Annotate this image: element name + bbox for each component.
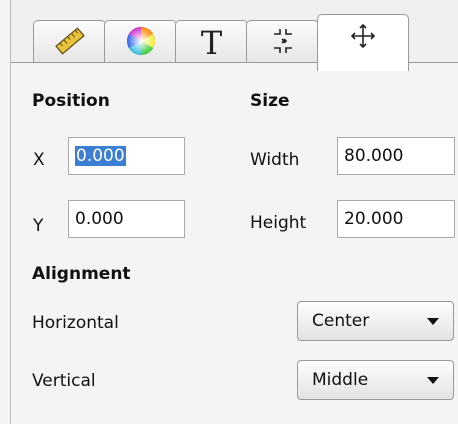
size-heading: Size — [250, 91, 290, 111]
position-size-pane: Position X 0.000 Y Size Width Height Ali… — [11, 63, 458, 424]
collapse-arrows-icon — [268, 26, 298, 60]
width-label: Width — [250, 150, 300, 170]
vertical-alignment-value: Middle — [312, 370, 369, 390]
tab-color[interactable] — [104, 20, 177, 64]
horizontal-label: Horizontal — [32, 313, 119, 333]
height-label: Height — [250, 213, 307, 233]
move-icon — [349, 22, 377, 54]
x-value-selected: 0.000 — [75, 146, 126, 166]
chevron-down-icon — [427, 376, 439, 384]
x-input[interactable]: 0.000 — [68, 137, 185, 175]
ruler-icon — [53, 26, 87, 60]
width-input[interactable] — [337, 137, 455, 175]
text-icon: T — [200, 23, 223, 62]
vertical-label: Vertical — [32, 371, 96, 391]
horizontal-alignment-select[interactable]: Center — [297, 301, 454, 341]
y-label: Y — [33, 216, 44, 236]
vertical-alignment-select[interactable]: Middle — [297, 360, 454, 400]
position-heading: Position — [32, 91, 110, 111]
tab-spacing[interactable] — [246, 20, 319, 64]
color-wheel-icon — [125, 25, 157, 61]
y-input[interactable] — [68, 200, 185, 238]
chevron-down-icon — [427, 317, 439, 325]
alignment-heading: Alignment — [32, 264, 131, 284]
x-label: X — [33, 150, 45, 170]
tab-position-size[interactable] — [317, 14, 409, 71]
tab-ruler[interactable] — [33, 20, 106, 64]
horizontal-alignment-value: Center — [312, 311, 370, 331]
tab-text[interactable]: T — [175, 20, 248, 64]
height-input[interactable] — [337, 200, 455, 238]
properties-panel-frame: T Position X 0.000 Y 0.000 Size Width 80… — [0, 0, 458, 424]
